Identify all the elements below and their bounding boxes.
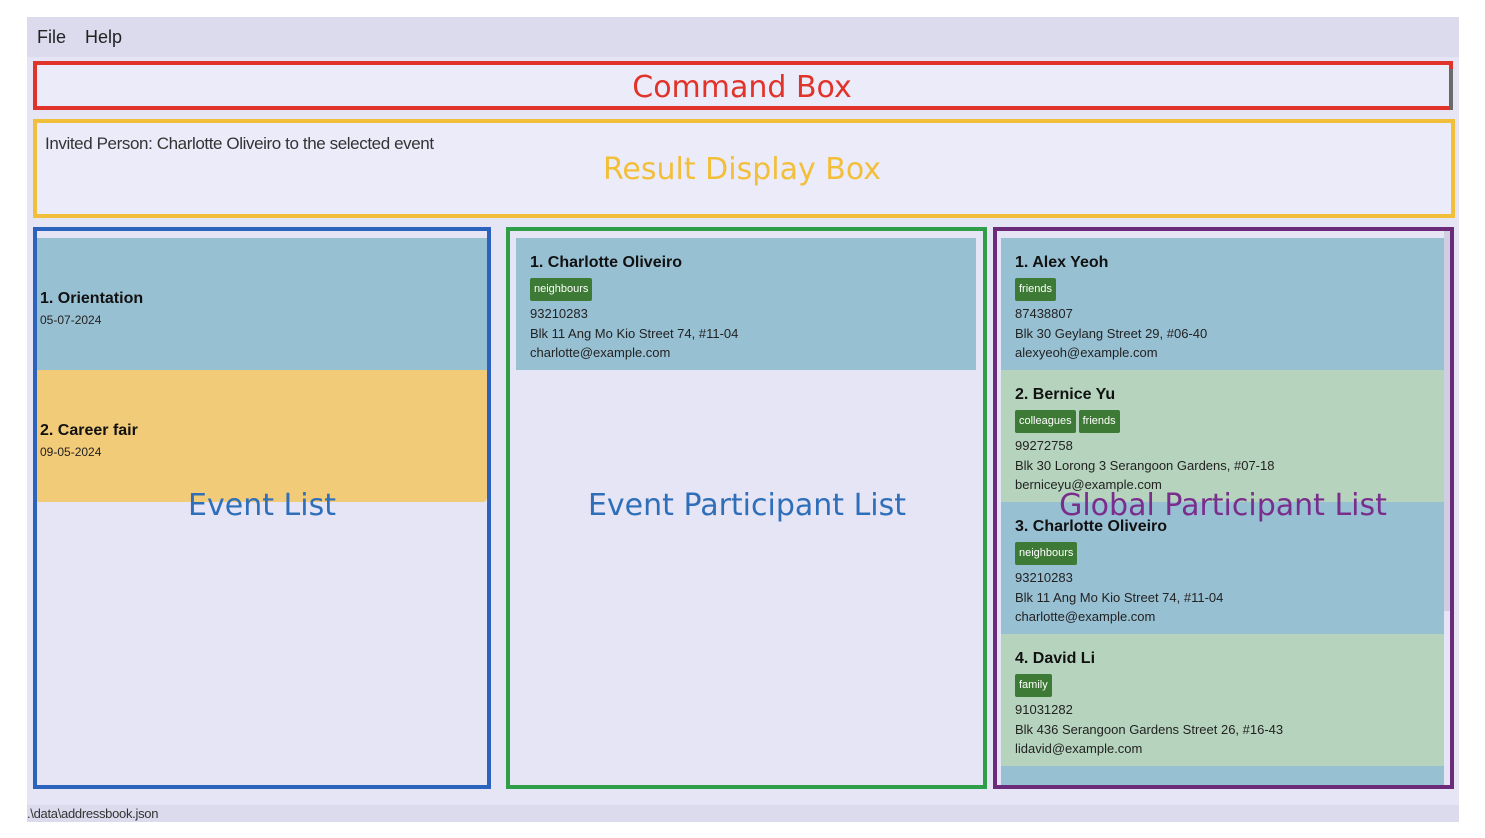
person-phone: 91031282 <box>1015 702 1073 717</box>
person-email: berniceyu@example.com <box>1015 477 1162 492</box>
person-name: 1. Charlotte Oliveiro <box>530 254 683 271</box>
tag-row: neighbours <box>530 278 976 301</box>
result-display-box: Invited Person: Charlotte Oliveiro to th… <box>33 119 1455 218</box>
person-card[interactable]: 1. Alex Yeoh friends 87438807 Blk 30 Gey… <box>1001 238 1444 370</box>
person-email: alexyeoh@example.com <box>1015 345 1158 360</box>
tag-row: friends <box>1015 278 1444 301</box>
command-box <box>33 61 1453 110</box>
person-email: charlotte@example.com <box>1015 609 1156 624</box>
menu-help[interactable]: Help <box>85 27 122 48</box>
person-phone: 93210283 <box>530 306 588 321</box>
tag-row: family <box>1015 674 1444 697</box>
person-name: 4. David Li <box>1015 650 1096 667</box>
app-window: File Help Command Box Invited Person: Ch… <box>27 17 1459 822</box>
result-text: Invited Person: Charlotte Oliveiro to th… <box>45 134 434 153</box>
event-date: 05-07-2024 <box>40 313 102 327</box>
person-address: Blk 11 Ang Mo Kio Street 74, #11-04 <box>530 325 739 341</box>
person-name: 3. Charlotte Oliveiro <box>1015 518 1168 535</box>
person-email: charlotte@example.com <box>530 345 671 360</box>
person-card[interactable]: 2. Bernice Yu colleagues friends 9927275… <box>1001 370 1444 502</box>
event-date: 09-05-2024 <box>40 445 102 459</box>
person-phone: 99272758 <box>1015 438 1073 453</box>
person-address: Blk 11 Ang Mo Kio Street 74, #11-04 <box>1015 589 1224 605</box>
person-address: Blk 30 Lorong 3 Serangoon Gardens, #07-1… <box>1015 457 1275 473</box>
tag: colleagues <box>1015 410 1076 433</box>
person-card[interactable]: 4. David Li family 91031282 Blk 436 Sera… <box>1001 634 1444 766</box>
menu-bar: File Help <box>27 17 1459 57</box>
person-email: lidavid@example.com <box>1015 741 1143 756</box>
person-address: Blk 436 Serangoon Gardens Street 26, #16… <box>1015 721 1284 737</box>
tag-row: neighbours <box>1015 542 1444 565</box>
event-participant-list-panel[interactable]: 1. Charlotte Oliveiro neighbours 9321028… <box>506 227 987 789</box>
person-card[interactable]: 1. Charlotte Oliveiro neighbours 9321028… <box>516 238 976 370</box>
person-name: 1. Alex Yeoh <box>1015 254 1109 271</box>
status-bar-path: .\data\addressbook.json <box>27 805 1459 822</box>
tag: neighbours <box>530 278 593 301</box>
person-address: Blk 30 Geylang Street 29, #06-40 <box>1015 325 1208 341</box>
scrollbar[interactable] <box>1444 231 1450 611</box>
person-name: 2. Bernice Yu <box>1015 386 1116 403</box>
tag: friends <box>1015 278 1057 301</box>
event-title: 1. Orientation <box>40 290 144 307</box>
event-card[interactable]: 1. Orientation 05-07-2024 <box>37 238 487 370</box>
tag: friends <box>1078 410 1120 433</box>
tag: family <box>1015 674 1052 697</box>
person-phone: 87438807 <box>1015 306 1073 321</box>
person-card-partial[interactable] <box>1001 766 1444 785</box>
event-card-selected[interactable]: 2. Career fair 09-05-2024 <box>37 370 487 502</box>
event-list-panel[interactable]: 1. Orientation 05-07-2024 2. Career fair… <box>33 227 491 789</box>
person-card[interactable]: 3. Charlotte Oliveiro neighbours 9321028… <box>1001 502 1444 634</box>
event-title: 2. Career fair <box>40 422 138 439</box>
global-participant-list-panel[interactable]: 1. Alex Yeoh friends 87438807 Blk 30 Gey… <box>993 227 1454 789</box>
menu-file[interactable]: File <box>37 27 66 48</box>
tag: neighbours <box>1015 542 1078 565</box>
command-input[interactable] <box>41 68 1445 104</box>
command-box-edge <box>1450 69 1453 110</box>
person-phone: 93210283 <box>1015 570 1073 585</box>
tag-row: colleagues friends <box>1015 410 1444 433</box>
